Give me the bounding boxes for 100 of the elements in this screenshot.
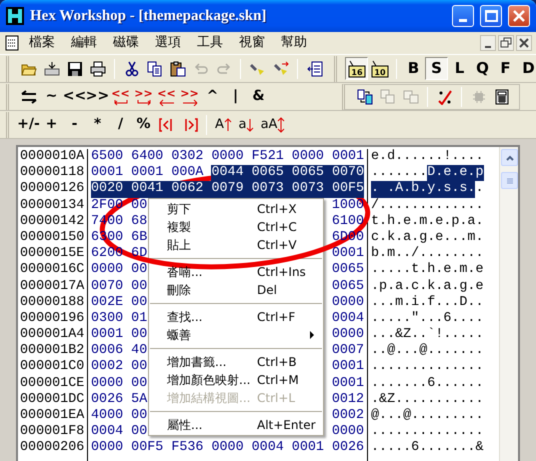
ascii-text[interactable]: .....6.......& bbox=[371, 440, 484, 457]
hex-cell[interactable]: 0002 bbox=[91, 359, 124, 376]
ascii-text[interactable]: .......6...... bbox=[371, 376, 484, 392]
hex-cell[interactable]: 68 bbox=[131, 214, 148, 230]
ascii-text[interactable]: .p.a.c.k.a.g.e bbox=[371, 278, 484, 295]
operator-button[interactable]: << bbox=[63, 85, 86, 108]
hex-cell[interactable]: 0073 bbox=[252, 181, 292, 198]
hex-cell[interactable]: 6400 bbox=[131, 149, 164, 166]
ascii-text[interactable]: ..@...@....... bbox=[371, 343, 484, 360]
ascii-text[interactable]: ....... bbox=[371, 165, 428, 182]
hex-cell[interactable]: 0079 bbox=[211, 181, 252, 198]
menu-item[interactable]: 視窗 bbox=[232, 33, 272, 53]
hex-cell[interactable]: 5A bbox=[131, 392, 148, 408]
hex-cell[interactable]: 4000 bbox=[91, 408, 124, 424]
ascii-text[interactable]: D.e.e.p bbox=[427, 165, 484, 182]
menu-item[interactable]: 增加書籤... Ctrl+B bbox=[149, 353, 323, 371]
maximize-button[interactable] bbox=[480, 5, 502, 27]
menu-item[interactable]: 蝂善 bbox=[149, 326, 323, 344]
copy-icon[interactable] bbox=[146, 60, 162, 76]
hex-cell[interactable]: 000A bbox=[171, 165, 204, 182]
scrollbar[interactable] bbox=[499, 147, 518, 461]
save-icon[interactable] bbox=[66, 60, 82, 76]
case-button[interactable]: a bbox=[238, 114, 246, 134]
hex-cell[interactable]: 00 bbox=[131, 262, 148, 278]
case-button[interactable]: A bbox=[215, 114, 224, 134]
minimize-button[interactable] bbox=[480, 35, 496, 51]
paste-icon[interactable] bbox=[170, 60, 186, 76]
operator-button[interactable]: ^ bbox=[201, 85, 224, 108]
close-button[interactable] bbox=[516, 35, 532, 51]
hex-cell[interactable]: 0000 bbox=[91, 376, 124, 392]
hex-cell[interactable]: 6200 bbox=[91, 246, 124, 262]
data-size-button[interactable]: B bbox=[402, 57, 425, 80]
scroll-thumb[interactable] bbox=[501, 172, 518, 189]
hex-cell[interactable]: 0001 bbox=[131, 165, 164, 182]
ascii-text[interactable]: ...&Z..`!..... bbox=[371, 327, 484, 344]
hex-cell[interactable]: 0002 bbox=[332, 408, 364, 424]
hex-cell[interactable]: 0001 bbox=[292, 440, 324, 457]
ascii-text[interactable]: b.m../........ bbox=[371, 246, 484, 262]
ascii-text[interactable]: .....t.h.e.m.e bbox=[371, 262, 484, 278]
operator-button[interactable]: & bbox=[247, 85, 270, 108]
hex-cell[interactable]: 0000 bbox=[332, 327, 364, 344]
operator-button[interactable]: | bbox=[224, 85, 247, 108]
cut-icon[interactable] bbox=[124, 60, 140, 76]
operator-button[interactable]: >> bbox=[86, 85, 109, 108]
hex-cell[interactable]: 0001 bbox=[332, 359, 364, 376]
ascii-text[interactable]: .............. bbox=[371, 424, 484, 440]
menu-item[interactable]: 工具 bbox=[190, 33, 230, 53]
hex-cell[interactable]: 0004 bbox=[91, 424, 124, 440]
hex-cell[interactable]: 0000 bbox=[211, 440, 244, 457]
print-icon[interactable] bbox=[90, 60, 106, 76]
import-icon[interactable] bbox=[44, 60, 60, 76]
hex-cell[interactable]: 00 bbox=[131, 327, 148, 344]
block-left-icon[interactable] bbox=[158, 116, 174, 132]
menu-item[interactable]: 貼上 Ctrl+V bbox=[149, 236, 323, 254]
hex-cell[interactable]: 00F5 bbox=[131, 440, 164, 457]
menu-item[interactable]: 屬性... Alt+Enter bbox=[149, 416, 323, 434]
ascii-text[interactable]: @...@......... bbox=[371, 408, 484, 424]
menu-item[interactable]: 增加顏色映射... Ctrl+M bbox=[149, 371, 323, 389]
hex-cell[interactable]: 0000 bbox=[91, 440, 124, 457]
operator-button[interactable]: ~ bbox=[40, 85, 63, 108]
operator-button[interactable]: +/- bbox=[17, 113, 40, 136]
restore-button[interactable] bbox=[498, 35, 514, 51]
hex-cell[interactable]: 40 bbox=[131, 343, 148, 360]
hex-cell[interactable]: 0012 bbox=[332, 392, 364, 408]
ascii-text[interactable]: . .A.b.y.s.s. bbox=[371, 181, 476, 198]
hex-cell[interactable]: 01 bbox=[131, 310, 148, 328]
hex-cell[interactable]: 00 bbox=[131, 278, 148, 295]
hex-cell[interactable]: 0041 bbox=[131, 181, 172, 198]
checksum-icon[interactable] bbox=[436, 88, 452, 104]
swap-windows-icon[interactable] bbox=[356, 88, 372, 104]
ascii-text[interactable]: .&Z........... bbox=[371, 392, 484, 408]
hex-cell[interactable]: 0020 bbox=[91, 181, 132, 198]
hex-cell[interactable]: 00F5 bbox=[332, 181, 364, 198]
hex-cell[interactable]: 0065 bbox=[292, 165, 332, 182]
ascii-text[interactable]: ....."...6.... bbox=[371, 310, 484, 328]
hex-cell[interactable]: 1000 bbox=[332, 198, 364, 214]
hex-cell[interactable]: 0065 bbox=[332, 262, 364, 278]
data-size-button[interactable]: S bbox=[425, 57, 448, 80]
document-icon[interactable] bbox=[4, 35, 20, 51]
case-button[interactable]: aA bbox=[260, 114, 278, 134]
hex-cell[interactable]: 0000 bbox=[211, 149, 244, 166]
ascii-text[interactable]: . bbox=[475, 181, 484, 198]
ascii-text[interactable]: c.k.a.g.e...m. bbox=[371, 230, 484, 246]
data-size-button[interactable]: L bbox=[448, 57, 471, 80]
hex-cell[interactable]: 6100 bbox=[332, 214, 364, 230]
operator-button[interactable]: * bbox=[86, 113, 109, 136]
menu-item[interactable]: 幫助 bbox=[274, 33, 314, 53]
hex-cell[interactable]: 0001 bbox=[91, 165, 124, 182]
ascii-text[interactable]: e.d......!.... bbox=[371, 149, 484, 166]
hex-cell[interactable]: 00 bbox=[131, 408, 148, 424]
menu-item[interactable]: 選項 bbox=[148, 33, 188, 53]
hex-cell[interactable]: 0000 bbox=[332, 424, 364, 440]
menu-item[interactable]: 磁碟 bbox=[106, 33, 146, 53]
hex-cell[interactable]: 6500 bbox=[91, 149, 124, 166]
hex-cell[interactable]: 0007 bbox=[332, 343, 364, 360]
hex-cell[interactable]: 0001 bbox=[332, 376, 364, 392]
data-size-button[interactable]: D bbox=[517, 57, 536, 80]
hex-cell[interactable]: 0000 bbox=[332, 294, 364, 311]
operator-button[interactable]: << bbox=[111, 88, 130, 98]
hex-cell[interactable]: 0300 bbox=[91, 310, 124, 328]
